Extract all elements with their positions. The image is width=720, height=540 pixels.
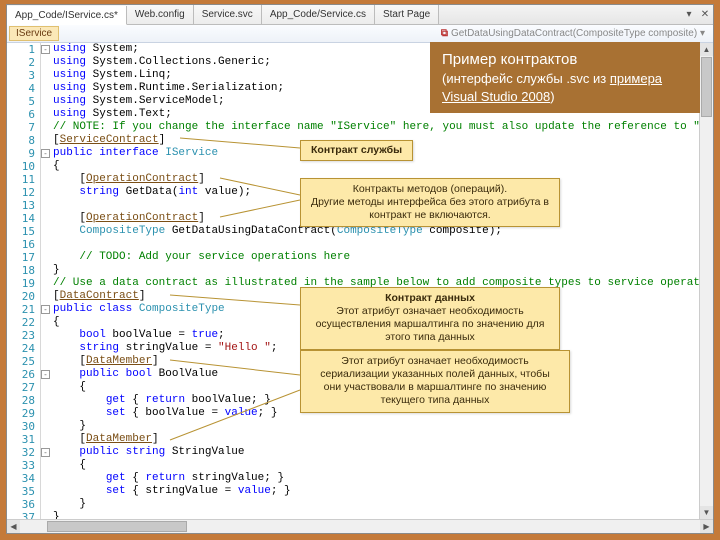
scroll-left-icon[interactable]: ◀ <box>7 520 20 533</box>
fold-toggle-icon[interactable]: - <box>41 370 50 379</box>
code-editor[interactable]: - - - - - 1using System;2using System.Collec… <box>7 43 713 519</box>
scroll-up-icon[interactable]: ▲ <box>700 43 713 56</box>
document-tab[interactable]: App_Code/IService.cs* <box>7 6 127 25</box>
callout-data-member: Этот атрибут означает необходимостьсериа… <box>300 350 570 413</box>
code-line[interactable]: 16 <box>53 238 699 251</box>
fold-toggle-icon[interactable]: - <box>41 305 50 314</box>
vscroll-thumb[interactable] <box>701 57 712 117</box>
callout-operation-contract: Контракты методов (операций).Другие мето… <box>300 178 560 227</box>
code-line[interactable]: 35 set { stringValue = value; } <box>53 485 699 498</box>
hscroll-thumb[interactable] <box>47 521 187 532</box>
code-area[interactable]: 1using System;2using System.Collections.… <box>53 43 699 519</box>
type-dropdown[interactable]: IService <box>9 26 59 41</box>
document-tab[interactable]: Start Page <box>375 5 439 24</box>
fold-toggle-icon[interactable]: - <box>41 149 50 158</box>
code-line[interactable]: 33 { <box>53 459 699 472</box>
close-icon[interactable]: ✕ <box>697 5 713 24</box>
scroll-down-icon[interactable]: ▼ <box>700 506 713 519</box>
navigation-bar: IService ⧉GetDataUsingDataContract(Compo… <box>7 25 713 43</box>
code-line[interactable]: 30 } <box>53 420 699 433</box>
callout-data-contract: Контракт данных Этот атрибут означает не… <box>300 287 560 350</box>
horizontal-scrollbar[interactable]: ◀ ▶ <box>7 519 713 533</box>
code-line[interactable]: 7// NOTE: If you change the interface na… <box>53 121 699 134</box>
code-line[interactable]: 34 get { return stringValue; } <box>53 472 699 485</box>
tab-dropdown-icon[interactable]: ▾ <box>681 5 697 24</box>
code-line[interactable]: 36 } <box>53 498 699 511</box>
code-line[interactable]: 18} <box>53 264 699 277</box>
title-line1: Пример контрактов <box>442 50 688 70</box>
scroll-right-icon[interactable]: ▶ <box>700 520 713 533</box>
document-tab[interactable]: App_Code/Service.cs <box>262 5 375 24</box>
fold-toggle-icon[interactable]: - <box>41 448 50 457</box>
document-tabstrip: App_Code/IService.cs*Web.configService.s… <box>7 5 713 25</box>
code-line[interactable]: 32 public string StringValue <box>53 446 699 459</box>
callout-service-contract: Контракт службы <box>300 140 413 161</box>
document-tab[interactable]: Web.config <box>127 5 194 24</box>
code-line[interactable]: 10{ <box>53 160 699 173</box>
title-line2: (интерфейс службы .svc из примера Visual… <box>442 70 688 105</box>
fold-toggle-icon[interactable]: - <box>41 45 50 54</box>
slide-title-box: Пример контрактов (интерфейс службы .svc… <box>430 42 700 113</box>
fold-margin: - - - - - <box>41 43 51 519</box>
tabstrip-spacer <box>439 5 681 24</box>
document-tab[interactable]: Service.svc <box>194 5 262 24</box>
code-line[interactable]: 31 [DataMember] <box>53 433 699 446</box>
member-dropdown[interactable]: ⧉GetDataUsingDataContract(CompositeType … <box>441 28 713 39</box>
code-line[interactable]: 37} <box>53 511 699 519</box>
vertical-scrollbar[interactable]: ▲ ▼ <box>699 43 713 519</box>
code-line[interactable]: 17 // TODO: Add your service operations … <box>53 251 699 264</box>
method-icon: ⧉ <box>441 28 448 39</box>
